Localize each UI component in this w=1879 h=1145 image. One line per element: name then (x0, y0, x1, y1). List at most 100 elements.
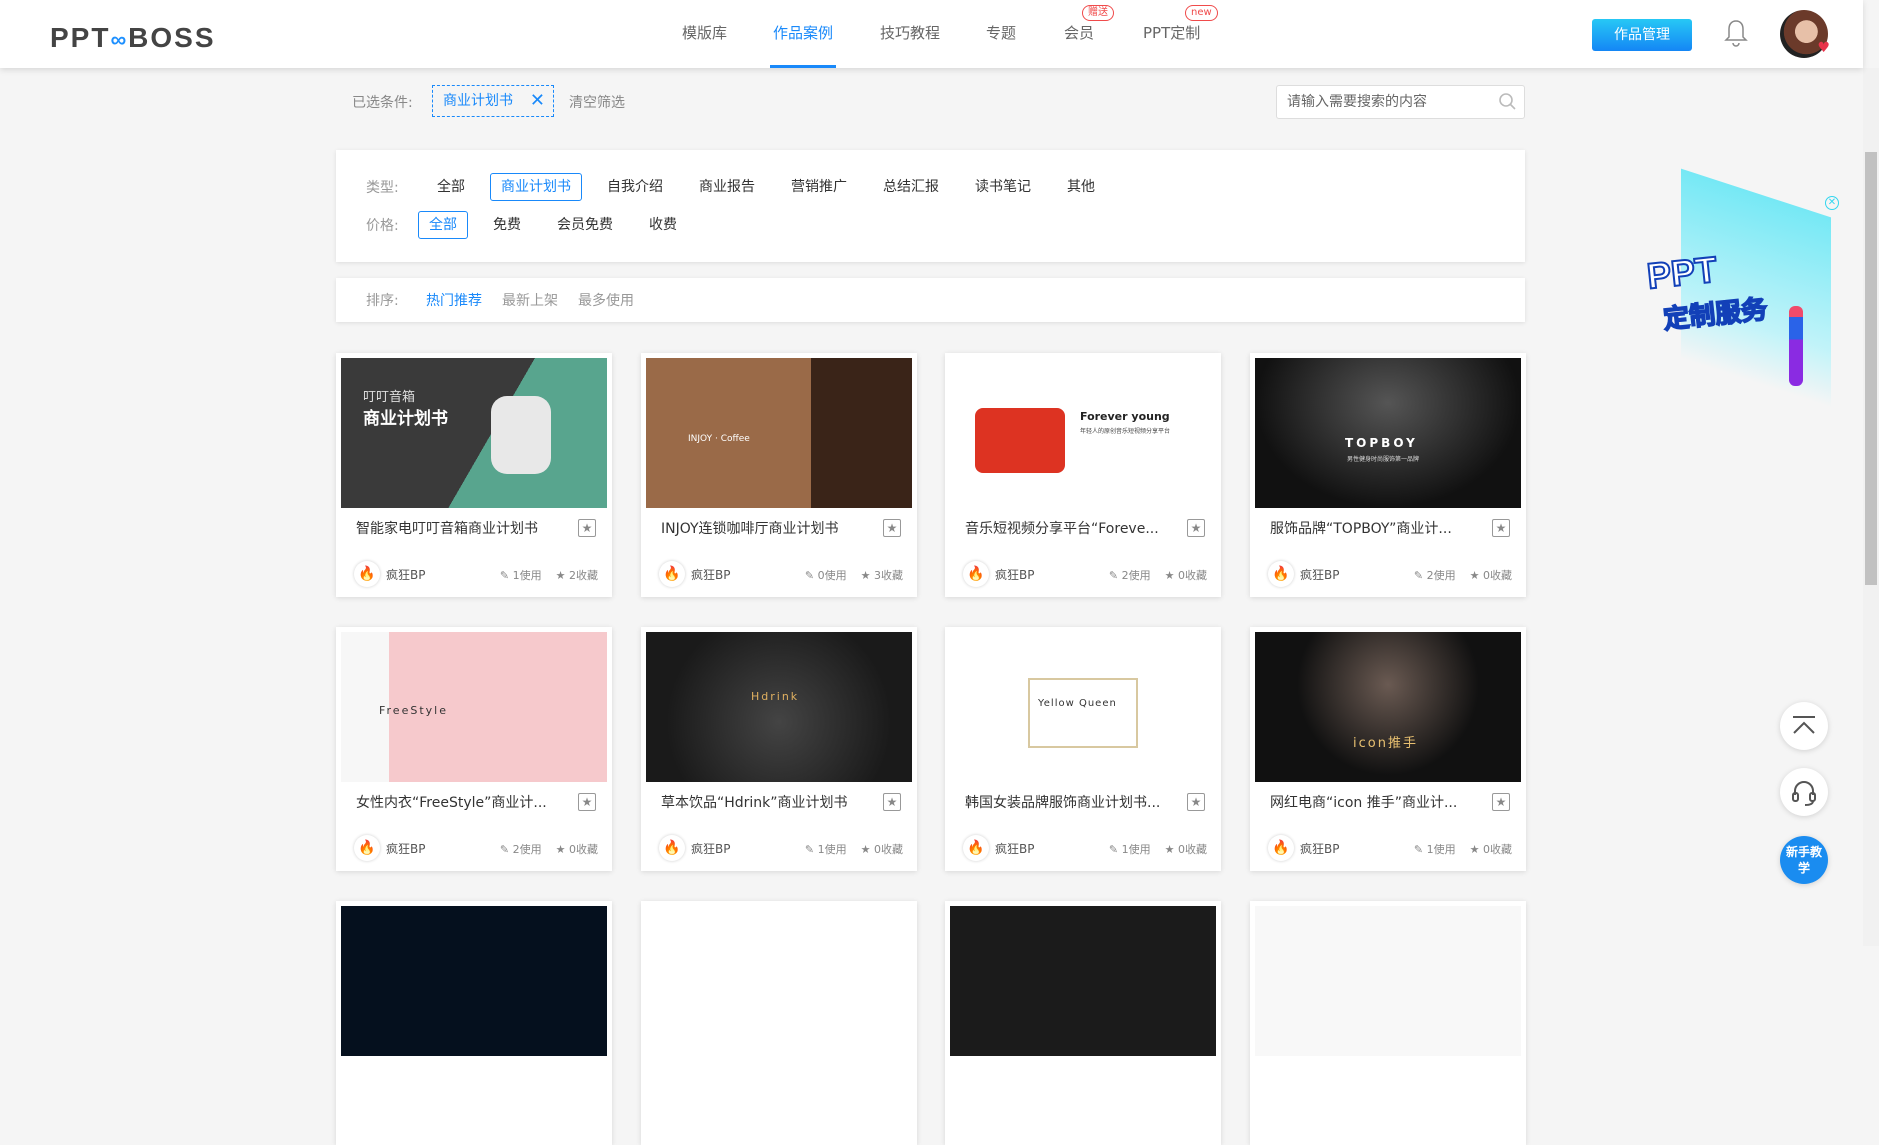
type-other[interactable]: 其他 (1056, 173, 1106, 201)
template-card[interactable]: Hdrink 草本饮品“Hdrink”商业计划书 ★ 🔥 疯狂BP ✎ 1使用 ★ 0收藏 (641, 627, 917, 871)
thumbnail-subtitle: 年轻人的原创音乐短视频分享平台 (1080, 428, 1171, 435)
beginner-tutorial-button[interactable]: 新手教学 (1780, 836, 1828, 884)
scrollbar-thumb[interactable] (1865, 152, 1877, 585)
favorite-star-icon[interactable]: ★ (1187, 793, 1205, 811)
template-thumbnail[interactable]: 叮叮音箱 商业计划书 (341, 358, 607, 508)
template-thumbnail[interactable]: TOPBOY 男性健身时尚服饰第一品牌 (1255, 358, 1521, 508)
card-stats: ✎ 2使用 ★ 0收藏 (1414, 567, 1512, 583)
favorite-star-icon[interactable]: ★ (883, 793, 901, 811)
author-flame-icon: 🔥 (659, 561, 685, 587)
card-title[interactable]: 智能家电叮叮音箱商业计划书 (356, 518, 566, 538)
close-icon[interactable]: ✕ (1825, 196, 1839, 210)
author-name[interactable]: 疯狂BP (995, 840, 1034, 857)
close-icon[interactable]: ✕ (530, 86, 545, 116)
type-all[interactable]: 全部 (426, 173, 476, 201)
template-card[interactable]: icon推手 网红电商“icon 推手”商业计... ★ 🔥 疯狂BP ✎ 1使用 ★ 0收… (1250, 627, 1526, 871)
type-reading-notes[interactable]: 读书笔记 (964, 173, 1042, 201)
template-card[interactable] (1250, 901, 1526, 1145)
type-marketing[interactable]: 营销推广 (780, 173, 858, 201)
template-thumbnail[interactable] (341, 906, 607, 1056)
tv-illustration (975, 408, 1065, 473)
selected-conditions-label: 已选条件: (352, 95, 413, 111)
ppt-custom-promo[interactable]: PPT 定制服务 ✕ (1641, 168, 1841, 408)
price-member-free[interactable]: 会员免费 (546, 211, 624, 239)
sort-hot[interactable]: 热门推荐 (426, 290, 482, 310)
manage-works-button[interactable]: 作品管理 (1592, 19, 1692, 51)
sort-most-used[interactable]: 最多使用 (578, 290, 634, 310)
sort-label: 排序: (366, 293, 399, 309)
author-name[interactable]: 疯狂BP (691, 840, 730, 857)
scrollbar[interactable] (1863, 68, 1879, 946)
card-title[interactable]: 音乐短视频分享平台“Foreve... (965, 518, 1175, 538)
template-thumbnail[interactable]: FreeStyle (341, 632, 607, 782)
search-icon[interactable] (1498, 92, 1516, 110)
template-thumbnail[interactable]: Hdrink (646, 632, 912, 782)
pencil-icon: ✎ (499, 569, 510, 582)
type-business-report[interactable]: 商业报告 (688, 173, 766, 201)
price-free[interactable]: 免费 (482, 211, 532, 239)
favorite-star-icon[interactable]: ★ (1492, 793, 1510, 811)
card-title[interactable]: 网红电商“icon 推手”商业计... (1270, 792, 1480, 812)
nav-templates[interactable]: 模版库 (682, 0, 727, 68)
clear-filters-link[interactable]: 清空筛选 (569, 92, 625, 112)
author-name[interactable]: 疯狂BP (691, 566, 730, 583)
type-business-plan[interactable]: 商业计划书 (490, 173, 582, 201)
card-title[interactable]: INJOY连锁咖啡厅商业计划书 (661, 518, 871, 538)
template-card[interactable]: FreeStyle 女性内衣“FreeStyle”商业计... ★ 🔥 疯狂BP ✎ 2使… (336, 627, 612, 871)
logo[interactable]: PPT∞BOSS (50, 22, 216, 54)
author-name[interactable]: 疯狂BP (386, 566, 425, 583)
search-input[interactable]: 请输入需要搜索的内容 (1276, 85, 1525, 119)
author-name[interactable]: 疯狂BP (386, 840, 425, 857)
nav-tutorials[interactable]: 技巧教程 (880, 0, 940, 68)
template-thumbnail[interactable]: Forever young 年轻人的原创音乐短视频分享平台 (950, 358, 1216, 508)
card-title[interactable]: 女性内衣“FreeStyle”商业计... (356, 792, 566, 812)
nav-topics[interactable]: 专题 (986, 0, 1016, 68)
template-thumbnail[interactable]: INJOY · Coffee (646, 358, 912, 508)
favorites-text: 0收藏 (874, 843, 903, 856)
favorites-count: ★ 3收藏 (861, 567, 903, 583)
template-thumbnail[interactable]: Yellow Queen (950, 632, 1216, 782)
favorite-star-icon[interactable]: ★ (1187, 519, 1205, 537)
user-avatar[interactable]: ♥ (1780, 10, 1830, 58)
card-title[interactable]: 韩国女装品牌服饰商业计划书... (965, 792, 1175, 812)
type-self-intro[interactable]: 自我介绍 (596, 173, 674, 201)
template-thumbnail[interactable]: icon推手 (1255, 632, 1521, 782)
uses-count: ✎ 1使用 (805, 841, 847, 857)
card-title[interactable]: 服饰品牌“TOPBOY”商业计... (1270, 518, 1480, 538)
template-thumbnail[interactable] (646, 906, 912, 1056)
author-name[interactable]: 疯狂BP (1300, 566, 1339, 583)
customer-service-button[interactable] (1780, 768, 1828, 816)
template-card[interactable]: INJOY · Coffee INJOY连锁咖啡厅商业计划书 ★ 🔥 疯狂BP ✎ 0使用… (641, 353, 917, 597)
bell-icon[interactable] (1724, 18, 1748, 48)
template-thumbnail[interactable] (950, 906, 1216, 1056)
favorite-star-icon[interactable]: ★ (1492, 519, 1510, 537)
sort-newest[interactable]: 最新上架 (502, 290, 558, 310)
uses-count: ✎ 2使用 (500, 841, 542, 857)
type-label: 类型: (366, 180, 399, 196)
card-title[interactable]: 草本饮品“Hdrink”商业计划书 (661, 792, 871, 812)
type-summary[interactable]: 总结汇报 (872, 173, 950, 201)
favorites-count: ★ 0收藏 (1165, 567, 1207, 583)
pencil-icon: ✎ (1413, 843, 1424, 856)
template-card[interactable] (336, 901, 612, 1145)
favorite-star-icon[interactable]: ★ (883, 519, 901, 537)
author-name[interactable]: 疯狂BP (995, 566, 1034, 583)
author-name[interactable]: 疯狂BP (1300, 840, 1339, 857)
template-thumbnail[interactable] (1255, 906, 1521, 1056)
template-card[interactable]: 叮叮音箱 商业计划书 智能家电叮叮音箱商业计划书 ★ 🔥 疯狂BP ✎ 1使用 ★ 2收藏 (336, 353, 612, 597)
heart-icon: ♥ (1817, 40, 1830, 56)
price-label: 价格: (366, 218, 399, 234)
template-card[interactable]: Yellow Queen 韩国女装品牌服饰商业计划书... ★ 🔥 疯狂BP ✎ 1使用 ★… (945, 627, 1221, 871)
star-icon: ★ (860, 843, 871, 856)
uses-text: 2使用 (512, 843, 542, 856)
template-card[interactable] (641, 901, 917, 1145)
favorite-star-icon[interactable]: ★ (578, 793, 596, 811)
template-card[interactable]: TOPBOY 男性健身时尚服饰第一品牌 服饰品牌“TOPBOY”商业计... ★ 🔥 疯狂… (1250, 353, 1526, 597)
template-card[interactable]: Forever young 年轻人的原创音乐短视频分享平台音乐短视频分享平台“Fo… (945, 353, 1221, 597)
favorite-star-icon[interactable]: ★ (578, 519, 596, 537)
price-all[interactable]: 全部 (418, 211, 468, 239)
back-to-top-button[interactable] (1780, 702, 1828, 750)
nav-works[interactable]: 作品案例 (773, 0, 833, 68)
template-card[interactable] (945, 901, 1221, 1145)
price-paid[interactable]: 收费 (638, 211, 688, 239)
